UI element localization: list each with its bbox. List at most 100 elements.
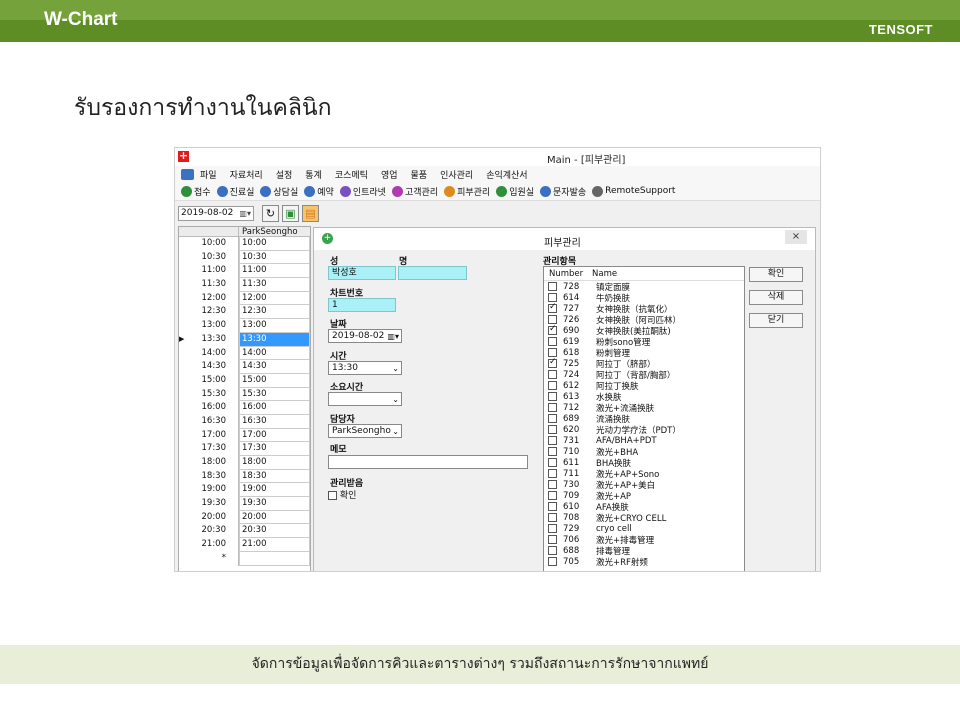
schedule-row[interactable]: 21:00 21:00	[179, 538, 310, 552]
item-row[interactable]: 690女神换肤(美拉酮肽)	[544, 324, 744, 337]
staff-select[interactable]: ParkSeongho ⌄	[328, 424, 402, 438]
toolbar-button[interactable]: 진료실	[216, 185, 254, 198]
item-checkbox[interactable]	[548, 425, 557, 434]
appointment-cell[interactable]: 14:00	[239, 346, 310, 361]
item-checkbox[interactable]	[548, 315, 557, 324]
surname-field[interactable]: 박성호	[328, 266, 396, 280]
delete-button[interactable]: 삭제	[749, 290, 803, 305]
item-row[interactable]: 708 激光+CRYO CELL	[544, 512, 744, 524]
calendar-dropdown-icon[interactable]: ▥▾	[387, 331, 399, 343]
schedule-row[interactable]: 17:30 17:30	[179, 442, 310, 456]
item-checkbox[interactable]	[548, 546, 557, 555]
schedule-row[interactable]: 16:00 16:00	[179, 401, 310, 415]
appointment-cell[interactable]: 19:00	[239, 483, 310, 498]
appointment-cell[interactable]: 10:30	[239, 250, 310, 265]
schedule-row[interactable]: 14:30 14:30	[179, 360, 310, 374]
toolbar-button[interactable]: 접수	[181, 185, 211, 198]
item-checkbox[interactable]	[548, 535, 557, 544]
item-row[interactable]: 689 流涌换肤	[544, 413, 744, 425]
duration-select[interactable]: ⌄	[328, 392, 402, 406]
time-select[interactable]: 13:30 ⌄	[328, 361, 402, 375]
excel-export-button[interactable]: ▣	[282, 204, 299, 222]
toolbar-button[interactable]: 문자발송	[540, 185, 586, 198]
schedule-row[interactable]: 14:00 14:00	[179, 346, 310, 361]
chart-number-field[interactable]: 1	[328, 298, 396, 312]
item-row[interactable]: 620 光动力学疗法（PDT）	[544, 424, 744, 436]
item-checkbox[interactable]	[548, 436, 557, 445]
toolbar-button[interactable]: 고객관리	[391, 185, 438, 198]
schedule-row[interactable]: 20:30 20:30	[179, 524, 310, 539]
appointment-cell[interactable]: 19:30	[239, 497, 310, 511]
schedule-row[interactable]: 20:00 20:00	[179, 510, 310, 525]
schedule-row[interactable]: 18:30 18:30	[179, 469, 310, 484]
item-row[interactable]: 727女神换肤（抗氧化）	[544, 302, 744, 315]
appointment-cell[interactable]: 18:30	[239, 469, 310, 484]
close-button[interactable]: ×	[785, 230, 807, 244]
item-row[interactable]: 731 AFA/BHA+PDT	[544, 435, 744, 446]
item-row[interactable]: 688 排毒管理	[544, 545, 744, 557]
schedule-row[interactable]: 17:00 17:00	[179, 428, 310, 443]
ok-button[interactable]: 확인	[749, 267, 803, 282]
item-row[interactable]: 619 粉刺sono管理	[544, 336, 744, 348]
appointment-cell[interactable]: 10:00	[239, 237, 310, 251]
appointment-cell[interactable]: 20:00	[239, 510, 310, 525]
item-checkbox[interactable]	[548, 480, 557, 489]
schedule-row[interactable]: 18:00 18:00	[179, 456, 310, 470]
toolbar-button[interactable]: 예약	[304, 185, 334, 198]
menu-item[interactable]: 설정	[276, 168, 293, 181]
menu-item[interactable]: 파일	[200, 168, 217, 181]
schedule-row[interactable]: 15:30 15:30	[179, 387, 310, 402]
item-row[interactable]: 712 激光+流涌换肤	[544, 402, 744, 414]
item-checkbox[interactable]	[548, 557, 557, 566]
schedule-row[interactable]: 11:30 11:30	[179, 278, 310, 292]
item-checkbox[interactable]	[548, 337, 557, 346]
appointment-cell[interactable]: 15:30	[239, 387, 310, 402]
toolbar-button[interactable]: 입원실	[496, 185, 534, 198]
appointment-cell[interactable]	[239, 551, 310, 566]
appointment-cell[interactable]: 20:30	[239, 524, 310, 539]
dialog-close-button[interactable]: 닫기	[749, 313, 803, 328]
item-checkbox[interactable]	[548, 447, 557, 456]
item-row[interactable]: 610 AFA换肤	[544, 501, 744, 513]
item-checkbox[interactable]	[548, 414, 557, 423]
item-checkbox[interactable]	[548, 392, 557, 401]
appointment-cell[interactable]: 16:30	[239, 414, 310, 429]
item-checkbox[interactable]	[548, 293, 557, 302]
item-checkbox[interactable]	[548, 513, 557, 522]
item-row[interactable]: 730 激光+AP+美白	[544, 479, 744, 491]
menu-item[interactable]: 자료처리	[230, 168, 263, 181]
appointment-cell[interactable]: 13:30	[239, 332, 310, 347]
menu-item[interactable]: 코스메틱	[335, 168, 368, 181]
toolbar-button[interactable]: 피부관리	[444, 185, 490, 198]
calendar-dropdown-icon[interactable]: ▥▾	[239, 209, 251, 218]
item-checkbox[interactable]	[548, 357, 557, 368]
item-checkbox[interactable]	[548, 282, 557, 291]
schedule-row[interactable]: 15:00 15:00	[179, 373, 310, 388]
schedule-row[interactable]: 19:00 19:00	[179, 483, 310, 498]
menu-item[interactable]: 통계	[305, 168, 322, 181]
item-checkbox[interactable]	[548, 524, 557, 533]
item-row[interactable]: 706 激光+排毒管理	[544, 534, 744, 546]
given-name-field[interactable]	[398, 266, 467, 280]
item-row[interactable]: 710 激光+BHA	[544, 446, 744, 458]
schedule-row[interactable]: 13:00 13:00	[179, 319, 310, 333]
item-checkbox[interactable]	[548, 502, 557, 511]
menu-item[interactable]: 인사관리	[440, 168, 473, 181]
appointment-cell[interactable]: 17:30	[239, 442, 310, 456]
menu-item[interactable]: 손익계산서	[486, 168, 527, 181]
item-row[interactable]: 729 cryo cell	[544, 523, 744, 534]
schedule-row[interactable]: 11:00 11:00	[179, 264, 310, 279]
item-row[interactable]: 709 激光+AP	[544, 490, 744, 502]
item-row[interactable]: 726 女神换肤（阿司匹林）	[544, 314, 744, 326]
dialog-date-picker[interactable]: 2019-08-02 ▥▾	[328, 329, 402, 343]
received-checkbox[interactable]	[328, 491, 337, 500]
toolbar-button[interactable]: 인트라넷	[339, 185, 386, 198]
item-checkbox[interactable]	[548, 458, 557, 467]
item-row[interactable]: 705 激光+RF射频	[544, 556, 744, 568]
item-checkbox[interactable]	[548, 491, 557, 500]
mdi-window-icon[interactable]	[181, 168, 194, 180]
schedule-row[interactable]: 12:30 12:30	[179, 305, 310, 320]
item-row[interactable]: 711 激光+AP+Sono	[544, 468, 744, 480]
item-row[interactable]: 724 阿拉丁（背部/胸部）	[544, 369, 744, 381]
appointment-cell[interactable]: 12:30	[239, 305, 310, 320]
